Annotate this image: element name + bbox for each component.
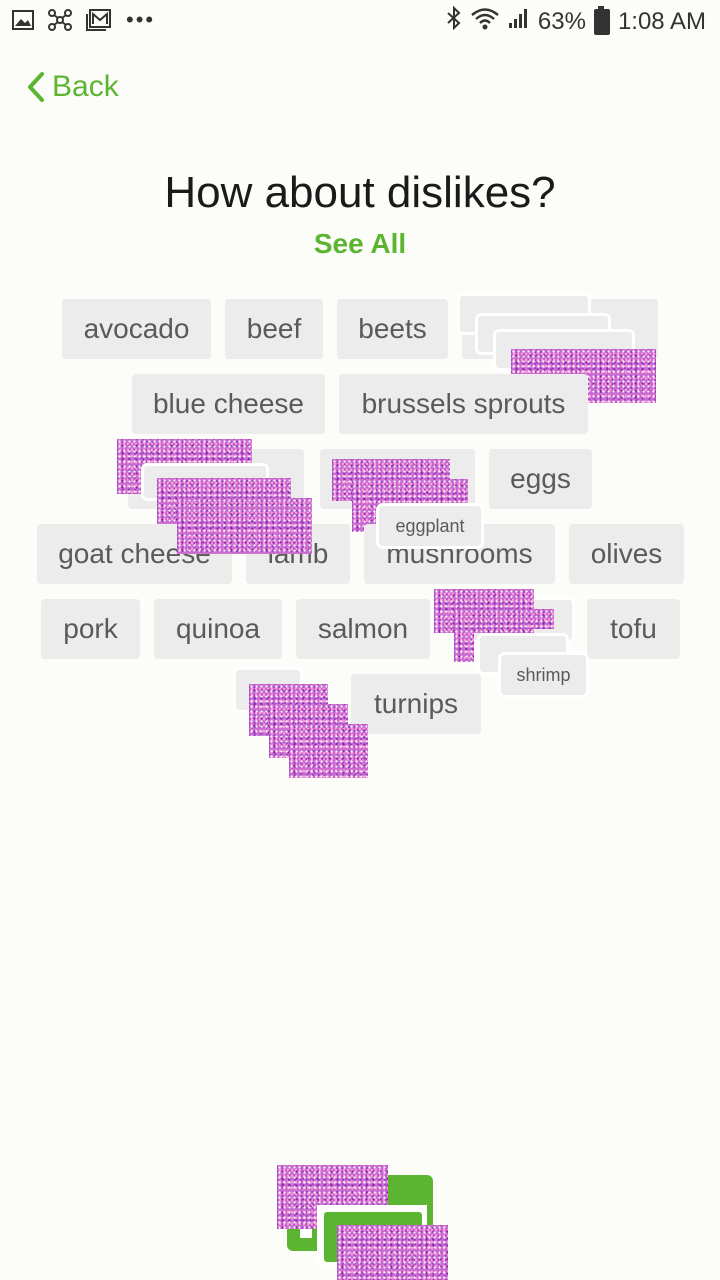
redacted-block	[454, 629, 474, 662]
image-icon	[12, 10, 34, 35]
chip-salmon[interactable]: salmon	[296, 599, 430, 659]
chip-pork[interactable]: pork	[41, 599, 140, 659]
more-icon: •••	[126, 6, 156, 32]
redacted-block	[289, 724, 368, 778]
back-label: Back	[52, 70, 119, 103]
redacted-block	[337, 1225, 448, 1280]
battery-icon	[593, 5, 610, 35]
chip-beets[interactable]: beets	[337, 299, 448, 359]
chip-turnips[interactable]: turnips	[351, 674, 481, 734]
redacted-block	[454, 609, 554, 629]
chip-shrimp[interactable]: shrimp	[501, 655, 586, 695]
back-button[interactable]: Back	[26, 70, 119, 104]
status-bar: ••• 63% 1:08 AM	[0, 0, 720, 42]
redacted-block	[177, 508, 312, 554]
chip-olives[interactable]: olives	[569, 524, 684, 584]
page-title: How about dislikes?	[164, 168, 556, 217]
network-icon	[48, 9, 72, 36]
chip-quinoa[interactable]: quinoa	[154, 599, 282, 659]
chip-beef[interactable]: beef	[225, 299, 323, 359]
bluetooth-icon	[446, 5, 462, 37]
battery-percent: 63%	[537, 7, 586, 35]
chip-blue-cheese[interactable]: blue cheese	[132, 374, 325, 434]
wifi-icon	[470, 6, 500, 37]
chevron-left-icon	[26, 71, 46, 103]
clock: 1:08 AM	[617, 7, 706, 35]
chip-avocado[interactable]: avocado	[62, 299, 211, 359]
chip-tofu[interactable]: tofu	[587, 599, 680, 659]
mail-icon	[86, 9, 112, 36]
chip-eggplant-overlay[interactable]: eggplant	[379, 506, 481, 546]
signal-icon	[508, 7, 530, 36]
chip-brussels-sprouts[interactable]: brussels sprouts	[339, 374, 588, 434]
see-all-link[interactable]: See All	[0, 228, 720, 260]
chip-eggs[interactable]: eggs	[489, 449, 592, 509]
